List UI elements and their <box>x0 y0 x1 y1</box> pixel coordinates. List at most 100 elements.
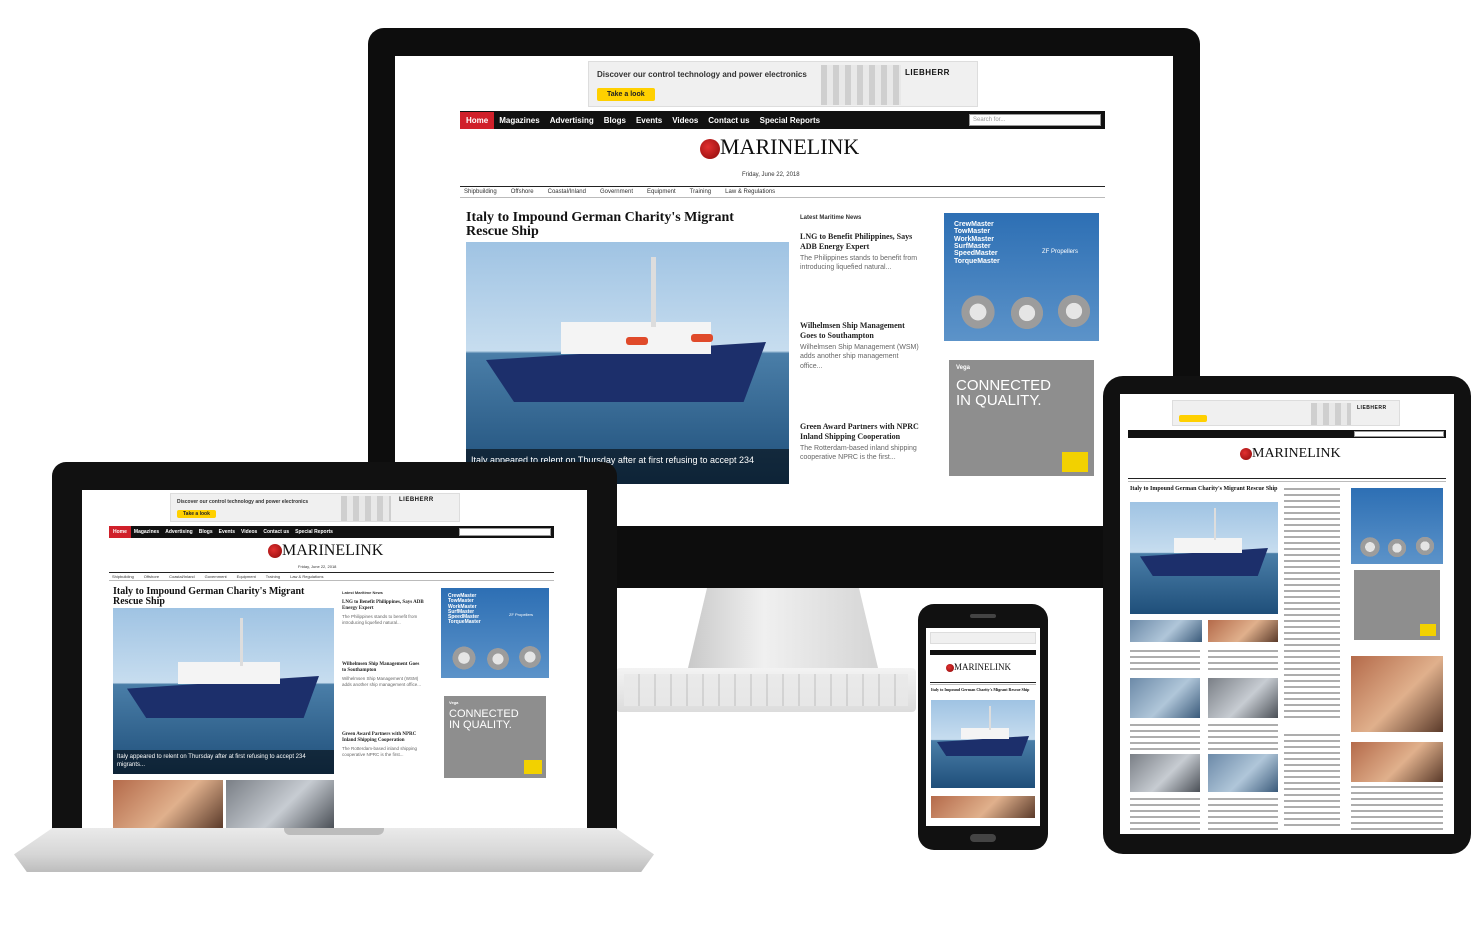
story-thumbnail[interactable] <box>931 796 1035 818</box>
side-ad-quality[interactable]: Vega CONNECTED IN QUALITY. <box>444 696 546 778</box>
nav-item-home[interactable]: Home <box>109 526 131 538</box>
side-ad-quality[interactable]: Vega CONNECTED IN QUALITY. <box>949 360 1094 476</box>
section-link-shipbuilding[interactable]: Shipbuilding <box>464 189 497 195</box>
story-thumbnail[interactable] <box>1351 656 1443 732</box>
side-ad-propellers[interactable]: CrewMaster TowMaster WorkMaster SurfMaster… <box>441 588 549 678</box>
nav-item-advertising[interactable]: Advertising <box>545 112 599 129</box>
main-nav: Home Magazines Advertising Blogs Events … <box>460 111 1105 129</box>
story-thumbnail[interactable] <box>1208 678 1278 718</box>
monitor-stand <box>688 588 878 668</box>
ad-button[interactable]: Take a look <box>177 510 216 518</box>
nav-item-contact[interactable]: Contact us <box>260 526 292 538</box>
nav-item-videos[interactable]: Videos <box>238 526 260 538</box>
nav-item-blogs[interactable]: Blogs <box>196 526 216 538</box>
ship-mast <box>1214 508 1216 540</box>
news-item[interactable]: LNG to Benefit Philippines, Says ADB Ene… <box>800 232 920 273</box>
section-link-offshore[interactable]: Offshore <box>144 574 159 579</box>
nav-item-special-reports[interactable]: Special Reports <box>292 526 336 538</box>
section-link-equipment[interactable]: Equipment <box>237 574 256 579</box>
news-item-title[interactable]: LNG to Benefit Philippines, Says ADB Ene… <box>342 600 424 613</box>
side-ad-propellers[interactable] <box>1351 488 1443 564</box>
story-thumbnail[interactable] <box>1130 620 1202 642</box>
section-link-government[interactable]: Government <box>205 574 227 579</box>
search-input[interactable] <box>1354 431 1444 437</box>
section-nav <box>1128 478 1446 482</box>
side-ad-propellers[interactable]: CrewMaster TowMaster WorkMaster SurfMaster… <box>944 213 1099 341</box>
home-button[interactable] <box>970 834 996 842</box>
site-logo[interactable]: MARINELINK <box>268 542 383 560</box>
top-banner-ad[interactable]: LIEBHERR <box>1172 400 1400 426</box>
section-link-training[interactable]: Training <box>266 574 280 579</box>
section-link-equipment[interactable]: Equipment <box>647 189 676 195</box>
news-item[interactable]: Green Award Partners with NPRC Inland Sh… <box>800 422 920 463</box>
nav-item-magazines[interactable]: Magazines <box>131 526 162 538</box>
dateline: Friday, June 22, 2018 <box>298 564 337 569</box>
ad-logo-block <box>1420 624 1436 636</box>
propeller-image <box>511 638 549 676</box>
main-headline[interactable]: Italy to Impound German Charity's Migran… <box>113 587 323 607</box>
site-logo[interactable]: MARINELINK <box>946 662 1011 672</box>
news-text-block <box>1208 798 1278 830</box>
ad-brand-logo: LIEBHERR <box>399 497 434 503</box>
ad-slogan: CONNECTED IN QUALITY. <box>956 377 1052 409</box>
nav-item-events[interactable]: Events <box>631 112 667 129</box>
search-input[interactable] <box>459 528 551 536</box>
nav-item-videos[interactable]: Videos <box>667 112 703 129</box>
side-ad-quality[interactable] <box>1354 570 1440 640</box>
news-item-title[interactable]: LNG to Benefit Philippines, Says ADB Ene… <box>800 232 920 252</box>
story-thumbnail[interactable] <box>1130 678 1200 718</box>
story-thumbnail[interactable] <box>1351 742 1443 782</box>
section-nav: Shipbuilding Offshore Coastal/Inland Gov… <box>460 186 1105 198</box>
story-thumbnail[interactable] <box>1208 620 1278 642</box>
section-link-training[interactable]: Training <box>690 189 711 195</box>
ad-text: Discover our control technology and powe… <box>177 499 309 505</box>
main-headline[interactable]: Italy to Impound German Charity's Migran… <box>1130 486 1280 492</box>
hero-image[interactable] <box>1130 502 1278 614</box>
nav-item-advertising[interactable]: Advertising <box>162 526 196 538</box>
top-banner-ad[interactable]: Discover our control technology and powe… <box>170 493 460 522</box>
hero-image[interactable] <box>931 700 1035 788</box>
news-item[interactable]: Green Award Partners with NPRC Inland Sh… <box>342 732 424 758</box>
section-link-coastal[interactable]: Coastal/Inland <box>169 574 195 579</box>
top-banner-ad[interactable] <box>930 632 1036 644</box>
nav-item-special-reports[interactable]: Special Reports <box>755 112 825 129</box>
laptop-base <box>14 828 654 872</box>
news-item-title[interactable]: Wilhelmsen Ship Management Goes to South… <box>342 662 424 675</box>
section-link-law[interactable]: Law & Regulations <box>725 189 775 195</box>
nav-item-contact[interactable]: Contact us <box>703 112 754 129</box>
news-text-block <box>1351 786 1443 830</box>
section-link-law[interactable]: Law & Regulations <box>290 574 323 579</box>
nav-item-home[interactable]: Home <box>460 111 495 129</box>
main-headline[interactable]: Italy to Impound German Charity's Migran… <box>466 211 766 239</box>
hero-image[interactable]: Italy appeared to relent on Thursday aft… <box>113 608 334 774</box>
section-link-offshore[interactable]: Offshore <box>511 189 534 195</box>
propeller-image <box>1046 283 1099 339</box>
story-thumbnail[interactable] <box>226 780 334 828</box>
story-thumbnail[interactable] <box>113 780 223 828</box>
news-item-title[interactable]: Wilhelmsen Ship Management Goes to South… <box>800 321 920 341</box>
ad-button[interactable]: Take a look <box>597 88 655 101</box>
site-logo[interactable]: MARINELINK <box>1240 446 1341 462</box>
ad-button[interactable] <box>1179 415 1207 422</box>
news-text-block <box>1284 488 1340 720</box>
section-link-shipbuilding[interactable]: Shipbuilding <box>112 574 134 579</box>
nav-item-magazines[interactable]: Magazines <box>494 112 544 129</box>
story-thumbnail[interactable] <box>1208 754 1278 792</box>
section-link-government[interactable]: Government <box>600 189 633 195</box>
section-link-coastal[interactable]: Coastal/Inland <box>548 189 586 195</box>
main-headline[interactable]: Italy to Impound German Charity's Migran… <box>931 688 1035 692</box>
main-nav <box>1128 430 1446 438</box>
hero-image[interactable]: Italy appeared to relent on Thursday aft… <box>466 242 789 484</box>
nav-item-blogs[interactable]: Blogs <box>599 112 631 129</box>
story-thumbnail[interactable] <box>1130 754 1200 792</box>
nav-item-events[interactable]: Events <box>216 526 238 538</box>
top-banner-ad[interactable]: Discover our control technology and powe… <box>588 61 978 107</box>
news-item-title[interactable]: Green Award Partners with NPRC Inland Sh… <box>342 732 424 745</box>
news-item-title[interactable]: Green Award Partners with NPRC Inland Sh… <box>800 422 920 442</box>
news-item[interactable]: Wilhelmsen Ship Management Goes to South… <box>800 321 920 371</box>
search-input[interactable]: Search for... <box>969 114 1101 126</box>
news-item[interactable]: Wilhelmsen Ship Management Goes to South… <box>342 662 424 688</box>
ship-mast <box>651 257 656 327</box>
news-item[interactable]: LNG to Benefit Philippines, Says ADB Ene… <box>342 600 424 626</box>
site-logo[interactable]: MARINELINK <box>700 134 859 160</box>
